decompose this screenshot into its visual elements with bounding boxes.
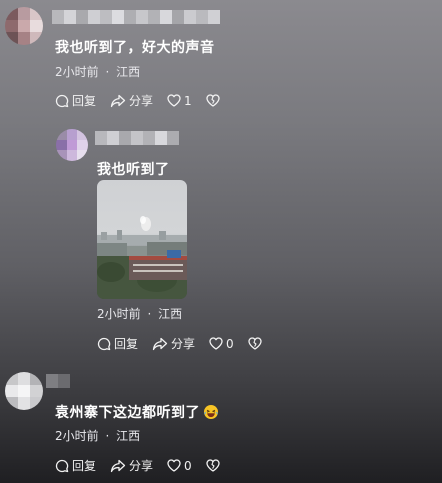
avatar[interactable] <box>5 7 43 45</box>
share-button[interactable]: 分享 <box>110 457 153 474</box>
broken-heart-icon <box>206 459 220 472</box>
share-button[interactable]: 分享 <box>152 335 195 352</box>
comment-image[interactable] <box>97 180 187 299</box>
comment-actions: 回复 分享 0 <box>55 457 220 474</box>
like-button[interactable]: 0 <box>209 337 234 351</box>
like-count: 1 <box>184 93 192 108</box>
share-arrow-icon <box>110 459 126 472</box>
dislike-button[interactable] <box>248 337 262 350</box>
reply-button[interactable]: 回复 <box>55 457 96 474</box>
username-blurred[interactable] <box>95 131 179 145</box>
laughing-crying-emoji-icon <box>204 405 218 419</box>
comment-meta: 2小时前 · 江西 <box>97 305 182 322</box>
broken-heart-icon <box>206 94 220 107</box>
heart-icon <box>209 337 223 350</box>
comment-time: 2小时前 <box>55 429 99 443</box>
comment-bubble-icon <box>97 337 111 350</box>
comment-text: 我也听到了，好大的声音 <box>55 40 215 56</box>
username-blurred[interactable] <box>46 374 72 388</box>
like-button[interactable]: 0 <box>167 459 192 473</box>
meta-separator: · <box>147 307 152 321</box>
avatar[interactable] <box>5 372 43 410</box>
share-label: 分享 <box>171 337 196 351</box>
share-arrow-icon <box>110 94 126 107</box>
reply-button[interactable]: 回复 <box>97 335 138 352</box>
share-arrow-icon <box>152 337 168 350</box>
reply-label: 回复 <box>72 459 97 473</box>
username-blurred[interactable] <box>52 10 220 24</box>
city-explosion-photo <box>97 216 187 299</box>
comment-bubble-icon <box>55 459 69 472</box>
comment-time: 2小时前 <box>55 65 99 79</box>
broken-heart-icon <box>248 337 262 350</box>
share-button[interactable]: 分享 <box>110 92 153 109</box>
comment-meta: 2小时前 · 江西 <box>55 427 140 444</box>
dislike-button[interactable] <box>206 459 220 472</box>
share-label: 分享 <box>129 459 154 473</box>
share-label: 分享 <box>129 94 154 108</box>
comment-text: 袁州寨下这边都听到了 <box>55 402 219 422</box>
comment-text-content: 袁州寨下这边都听到了 <box>55 405 200 421</box>
dislike-button[interactable] <box>206 94 220 107</box>
like-button[interactable]: 1 <box>167 94 192 108</box>
meta-separator: · <box>105 429 110 443</box>
reply-label: 回复 <box>72 94 97 108</box>
comment-time: 2小时前 <box>97 307 141 321</box>
comment-actions: 回复 分享 0 <box>97 335 262 352</box>
comment-location: 江西 <box>116 429 141 443</box>
reply-button[interactable]: 回复 <box>55 92 96 109</box>
comment-text: 我也听到了 <box>97 162 170 178</box>
comment-meta: 2小时前 · 江西 <box>55 63 140 80</box>
comment-location: 江西 <box>116 65 141 79</box>
comment-location: 江西 <box>158 307 183 321</box>
heart-icon <box>167 459 181 472</box>
meta-separator: · <box>105 65 110 79</box>
reply-label: 回复 <box>114 337 139 351</box>
like-count: 0 <box>184 458 192 473</box>
comment-actions: 回复 分享 1 <box>55 92 220 109</box>
comment-bubble-icon <box>55 94 69 107</box>
like-count: 0 <box>226 336 234 351</box>
heart-icon <box>167 94 181 107</box>
avatar[interactable] <box>56 129 88 161</box>
